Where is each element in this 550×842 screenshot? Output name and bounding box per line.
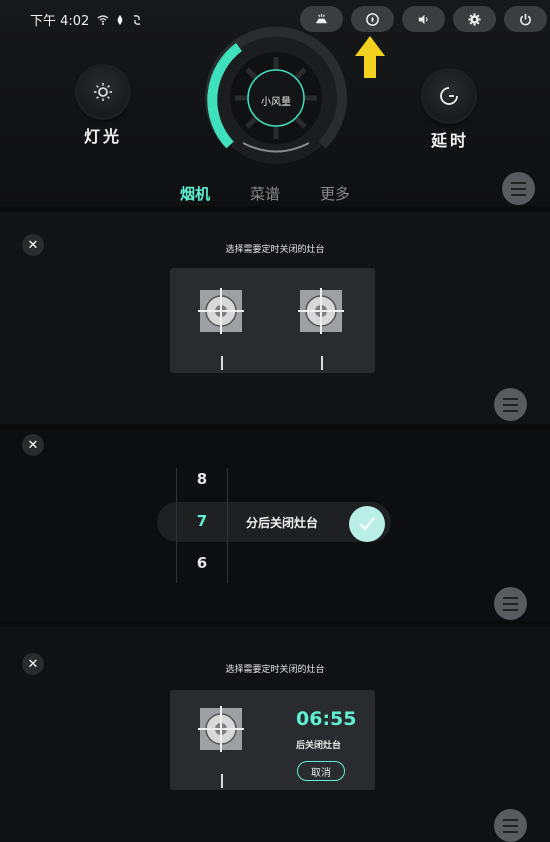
menu-icon <box>503 595 518 613</box>
status-bar: 下午 4:02 <box>30 10 143 29</box>
right-burner-icon[interactable] <box>298 288 344 334</box>
delay-button[interactable] <box>424 71 474 121</box>
light-button[interactable] <box>78 67 128 117</box>
menu-icon <box>503 817 518 835</box>
minutes-suffix: 分后关闭灶台 <box>246 516 319 530</box>
left-knob <box>221 356 223 370</box>
menu-button[interactable] <box>494 809 527 842</box>
main-control-panel: 下午 4:02 灯光 延时 小风量 烟机 菜谱 更多 <box>0 0 550 206</box>
fan-speed-label: 小风量 <box>261 97 291 108</box>
lightbulb-icon <box>94 83 112 101</box>
volume-button[interactable] <box>402 6 445 32</box>
delay-label: 延时 <box>431 131 470 150</box>
wheel-option-6[interactable]: 6 <box>177 554 227 572</box>
select-burner-title: 选择需要定时关闭的灶台 <box>225 245 325 255</box>
menu-button[interactable] <box>494 587 527 620</box>
tab-recipes[interactable]: 菜谱 <box>250 183 280 204</box>
timer-subtitle: 后关闭灶台 <box>296 741 342 751</box>
wheel-option-7[interactable]: 7 <box>177 512 227 530</box>
settings-button[interactable] <box>453 6 496 32</box>
wifi-icon <box>97 14 109 25</box>
timer-button[interactable] <box>351 6 394 32</box>
check-icon <box>359 517 375 531</box>
flame-icon <box>118 14 123 25</box>
close-button[interactable]: ✕ <box>22 434 44 456</box>
select-burner-panel: ✕ 选择需要定时关闭的灶台 <box>0 212 550 424</box>
selected-burner-icon <box>198 706 244 752</box>
power-button[interactable] <box>504 6 547 32</box>
volume-icon <box>418 14 428 24</box>
timer-icon <box>366 12 379 26</box>
tab-more[interactable]: 更多 <box>320 183 350 204</box>
confirm-button[interactable] <box>349 506 385 542</box>
power-icon <box>520 13 531 25</box>
status-time: 下午 4:02 <box>30 14 90 29</box>
sync-icon <box>134 14 141 25</box>
left-burner-icon[interactable] <box>198 288 244 334</box>
light-label: 灯光 <box>84 127 123 146</box>
menu-icon <box>503 396 518 414</box>
delay-timer-icon <box>440 87 458 105</box>
gear-icon <box>468 12 481 26</box>
minutes-wheel[interactable]: 8 7 6 <box>176 468 228 583</box>
right-knob <box>321 356 323 370</box>
selected-knob <box>221 774 223 788</box>
wheel-option-8[interactable]: 8 <box>177 470 227 488</box>
highlight-arrow-icon <box>355 36 385 78</box>
tab-bar: 烟机 菜谱 更多 <box>180 183 350 204</box>
menu-icon <box>511 180 526 198</box>
menu-button[interactable] <box>502 172 535 205</box>
cancel-button[interactable]: 取消 <box>297 761 345 781</box>
tab-hood[interactable]: 烟机 <box>180 183 210 204</box>
timer-countdown: 06:55 <box>296 708 357 730</box>
menu-button[interactable] <box>494 388 527 421</box>
timer-panel-title: 选择需要定时关闭的灶台 <box>225 665 325 675</box>
